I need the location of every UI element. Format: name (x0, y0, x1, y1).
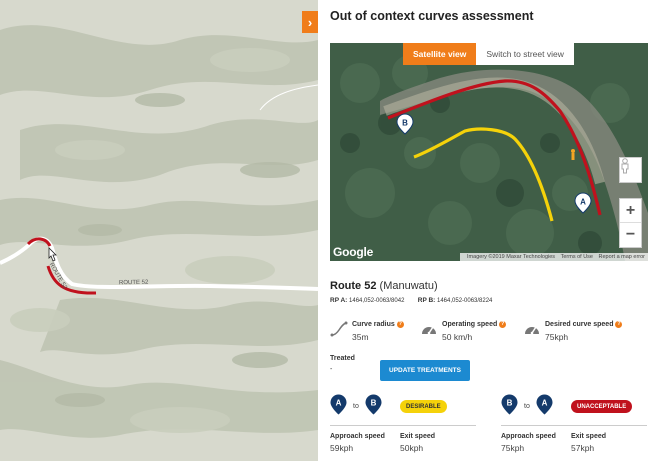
chevron-right-icon: › (307, 14, 313, 30)
view-toggle: Satellite view Switch to street view (403, 43, 574, 65)
svg-text:A: A (336, 399, 342, 408)
curve-icon (330, 321, 348, 337)
svg-text:B: B (371, 399, 377, 408)
rp-a-value: 1464,052-0063/8042 (349, 298, 405, 304)
marker-a[interactable]: A (574, 192, 592, 214)
status-badge: UNACCEPTABLE (571, 400, 633, 413)
google-logo: Google (333, 245, 374, 259)
approach-speed: Approach speed 75kph (501, 433, 556, 453)
zoom-out-button[interactable]: − (620, 223, 641, 247)
metric-label: Curve radius (352, 321, 395, 328)
map-view[interactable]: ROUTE 52 ROUTE 52 (0, 0, 318, 461)
route-region: (Manuwatu) (379, 280, 438, 292)
approach-speed: Approach speed 59kph (330, 433, 385, 453)
road-label: ROUTE 52 (118, 279, 149, 287)
pin-a-icon: A (330, 394, 347, 415)
svg-text:A: A (542, 399, 548, 408)
to-label: to (524, 403, 530, 410)
metric-value: 50 km/h (442, 332, 473, 342)
exit-speed: Exit speed 50kph (400, 433, 435, 453)
terms-link[interactable]: Terms of Use (561, 254, 593, 260)
exit-speed-value: 50kph (400, 443, 424, 453)
approach-speed-label: Approach speed (330, 433, 385, 440)
svg-text:B: B (402, 119, 408, 128)
speedometer-icon (422, 326, 436, 335)
help-icon[interactable]: ? (396, 321, 404, 328)
approach-speed-label: Approach speed (501, 433, 556, 440)
treated-value: - (330, 366, 333, 373)
zoom-in-button[interactable]: + (620, 199, 641, 223)
pin-b-icon: B (365, 394, 382, 415)
pedestrian-figure (571, 149, 575, 160)
map-attribution: Imagery ©2019 Maxar Technologies Terms o… (460, 253, 648, 261)
help-icon[interactable]: ? (615, 321, 623, 328)
metric-label: Operating speed (442, 321, 498, 328)
treated-label: Treated (330, 355, 355, 362)
imagery-credit: Imagery ©2019 Maxar Technologies (467, 254, 556, 260)
svg-text:B: B (507, 399, 513, 408)
report-error-link[interactable]: Report a map error (599, 254, 645, 260)
rp-b-value: 1464,052-0063/8224 (437, 298, 493, 304)
metric-value: 35m (352, 332, 369, 342)
rp-a-label: RP A: (330, 297, 348, 304)
exit-speed: Exit speed 57kph (571, 433, 606, 453)
status-badge: DESIRABLE (400, 400, 447, 413)
update-treatments-button[interactable]: UPDATE TREATMENTS (380, 360, 470, 381)
divider (501, 425, 647, 426)
approach-speed-value: 75kph (501, 443, 525, 453)
help-icon[interactable]: ? (499, 321, 507, 328)
expand-panel-button[interactable]: › (302, 11, 318, 33)
exit-speed-label: Exit speed (571, 433, 607, 440)
marker-b[interactable]: B (396, 113, 414, 135)
satellite-map[interactable]: B A Satellite view Switch to street view… (330, 43, 648, 261)
exit-speed-value: 57kph (571, 443, 595, 453)
approach-speed-value: 59kph (330, 443, 354, 453)
metric-value: 75kph (545, 332, 569, 342)
exit-speed-label: Exit speed (400, 433, 436, 440)
pegman-icon[interactable] (619, 157, 642, 183)
svg-text:A: A (580, 198, 586, 207)
pin-b-icon: B (501, 394, 518, 415)
metric-label: Desired curve speed (545, 321, 614, 328)
speedometer-icon (525, 326, 539, 335)
satellite-view-button[interactable]: Satellite view (403, 43, 477, 65)
street-view-button[interactable]: Switch to street view (476, 43, 574, 65)
reference-points: RP A: 1464,052-0063/8042 RP B: 1464,052-… (330, 297, 492, 304)
route-name: Route 52 (330, 280, 377, 292)
zoom-control: + − (619, 198, 642, 248)
rp-b-label: RP B: (417, 297, 436, 304)
divider (330, 425, 476, 426)
panel-title: Out of context curves assessment (330, 9, 534, 23)
route-heading: Route 52 (Manuwatu) (330, 280, 438, 292)
pin-a-icon: A (536, 394, 553, 415)
to-label: to (353, 403, 359, 410)
satellite-imagery (330, 43, 648, 261)
assessment-panel: Out of context curves assessment B A Sat… (318, 0, 653, 461)
map-terrain (0, 0, 318, 461)
